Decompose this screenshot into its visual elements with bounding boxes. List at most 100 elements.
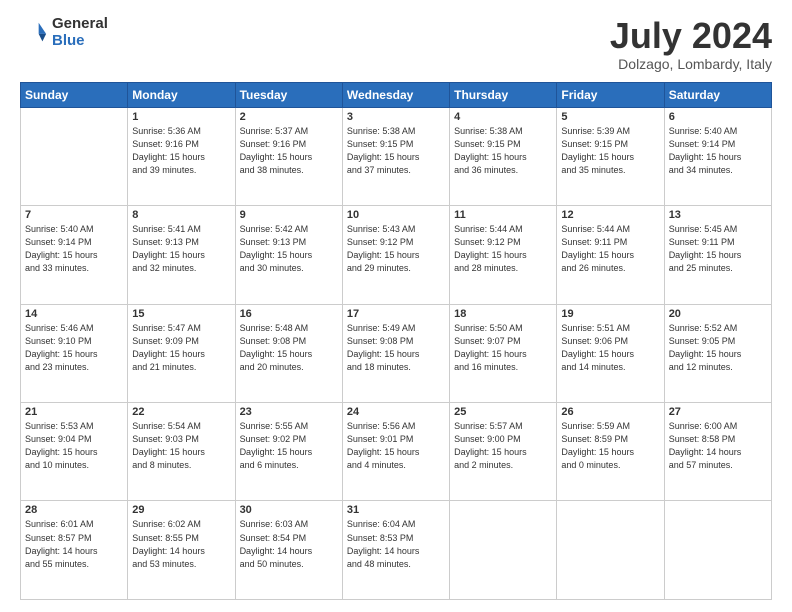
day-info: Sunrise: 5:49 AM Sunset: 9:08 PM Dayligh… bbox=[347, 322, 445, 374]
day-number: 10 bbox=[347, 209, 445, 221]
day-number: 27 bbox=[669, 406, 767, 418]
calendar-cell: 1 Sunrise: 5:36 AM Sunset: 9:16 PM Daylig… bbox=[128, 107, 235, 205]
calendar-cell: 15 Sunrise: 5:47 AM Sunset: 9:09 PM Dayli… bbox=[128, 304, 235, 402]
day-info: Sunrise: 5:46 AM Sunset: 9:10 PM Dayligh… bbox=[25, 322, 123, 374]
location: Dolzago, Lombardy, Italy bbox=[610, 56, 772, 72]
logo-general: General bbox=[52, 16, 108, 33]
day-info: Sunrise: 5:41 AM Sunset: 9:13 PM Dayligh… bbox=[132, 223, 230, 275]
calendar-table: SundayMondayTuesdayWednesdayThursdayFrid… bbox=[20, 82, 772, 600]
day-number: 14 bbox=[25, 308, 123, 320]
calendar-cell bbox=[21, 107, 128, 205]
day-number: 13 bbox=[669, 209, 767, 221]
day-info: Sunrise: 5:36 AM Sunset: 9:16 PM Dayligh… bbox=[132, 125, 230, 177]
day-number: 5 bbox=[561, 111, 659, 123]
day-number: 7 bbox=[25, 209, 123, 221]
calendar-week-row: 21 Sunrise: 5:53 AM Sunset: 9:04 PM Dayli… bbox=[21, 403, 772, 501]
calendar-cell: 8Sunrise: 5:41 AM Sunset: 9:13 PM Daylig… bbox=[128, 206, 235, 304]
calendar-cell: 21 Sunrise: 5:53 AM Sunset: 9:04 PM Dayli… bbox=[21, 403, 128, 501]
day-number: 21 bbox=[25, 406, 123, 418]
calendar-cell: 4Sunrise: 5:38 AM Sunset: 9:15 PM Daylig… bbox=[450, 107, 557, 205]
day-info: Sunrise: 5:51 AM Sunset: 9:06 PM Dayligh… bbox=[561, 322, 659, 374]
day-info: Sunrise: 6:01 AM Sunset: 8:57 PM Dayligh… bbox=[25, 518, 123, 570]
calendar-cell: 2 Sunrise: 5:37 AM Sunset: 9:16 PM Daylig… bbox=[235, 107, 342, 205]
weekday-header: Wednesday bbox=[342, 82, 449, 107]
day-number: 18 bbox=[454, 308, 552, 320]
day-info: Sunrise: 5:45 AM Sunset: 9:11 PM Dayligh… bbox=[669, 223, 767, 275]
weekday-header: Tuesday bbox=[235, 82, 342, 107]
day-number: 22 bbox=[132, 406, 230, 418]
day-info: Sunrise: 5:53 AM Sunset: 9:04 PM Dayligh… bbox=[25, 420, 123, 472]
weekday-header: Friday bbox=[557, 82, 664, 107]
day-info: Sunrise: 5:40 AM Sunset: 9:14 PM Dayligh… bbox=[669, 125, 767, 177]
calendar-header-row: SundayMondayTuesdayWednesdayThursdayFrid… bbox=[21, 82, 772, 107]
day-number: 24 bbox=[347, 406, 445, 418]
day-info: Sunrise: 5:44 AM Sunset: 9:12 PM Dayligh… bbox=[454, 223, 552, 275]
day-info: Sunrise: 6:03 AM Sunset: 8:54 PM Dayligh… bbox=[240, 518, 338, 570]
calendar-cell: 18 Sunrise: 5:50 AM Sunset: 9:07 PM Dayli… bbox=[450, 304, 557, 402]
day-number: 1 bbox=[132, 111, 230, 123]
day-number: 29 bbox=[132, 504, 230, 516]
calendar-cell: 27Sunrise: 6:00 AM Sunset: 8:58 PM Dayli… bbox=[664, 403, 771, 501]
weekday-header: Thursday bbox=[450, 82, 557, 107]
day-info: Sunrise: 5:50 AM Sunset: 9:07 PM Dayligh… bbox=[454, 322, 552, 374]
calendar-cell: 10Sunrise: 5:43 AM Sunset: 9:12 PM Dayli… bbox=[342, 206, 449, 304]
calendar-cell bbox=[450, 501, 557, 600]
day-info: Sunrise: 5:55 AM Sunset: 9:02 PM Dayligh… bbox=[240, 420, 338, 472]
page: General Blue July 2024 Dolzago, Lombardy… bbox=[0, 0, 792, 612]
header: General Blue July 2024 Dolzago, Lombardy… bbox=[20, 16, 772, 72]
calendar-week-row: 14 Sunrise: 5:46 AM Sunset: 9:10 PM Dayli… bbox=[21, 304, 772, 402]
calendar-cell: 29Sunrise: 6:02 AM Sunset: 8:55 PM Dayli… bbox=[128, 501, 235, 600]
calendar-cell: 14 Sunrise: 5:46 AM Sunset: 9:10 PM Dayli… bbox=[21, 304, 128, 402]
day-number: 9 bbox=[240, 209, 338, 221]
day-number: 12 bbox=[561, 209, 659, 221]
day-info: Sunrise: 5:44 AM Sunset: 9:11 PM Dayligh… bbox=[561, 223, 659, 275]
day-info: Sunrise: 5:37 AM Sunset: 9:16 PM Dayligh… bbox=[240, 125, 338, 177]
day-number: 15 bbox=[132, 308, 230, 320]
calendar-cell: 26 Sunrise: 5:59 AM Sunset: 8:59 PM Dayli… bbox=[557, 403, 664, 501]
title-block: July 2024 Dolzago, Lombardy, Italy bbox=[610, 16, 772, 72]
day-number: 17 bbox=[347, 308, 445, 320]
weekday-header: Monday bbox=[128, 82, 235, 107]
calendar-cell: 22Sunrise: 5:54 AM Sunset: 9:03 PM Dayli… bbox=[128, 403, 235, 501]
calendar-cell bbox=[557, 501, 664, 600]
logo-blue: Blue bbox=[52, 33, 108, 50]
day-info: Sunrise: 5:48 AM Sunset: 9:08 PM Dayligh… bbox=[240, 322, 338, 374]
calendar-cell: 5 Sunrise: 5:39 AM Sunset: 9:15 PM Daylig… bbox=[557, 107, 664, 205]
day-number: 11 bbox=[454, 209, 552, 221]
calendar-week-row: 28 Sunrise: 6:01 AM Sunset: 8:57 PM Dayli… bbox=[21, 501, 772, 600]
day-number: 31 bbox=[347, 504, 445, 516]
day-info: Sunrise: 5:38 AM Sunset: 9:15 PM Dayligh… bbox=[347, 125, 445, 177]
weekday-header: Sunday bbox=[21, 82, 128, 107]
calendar-cell: 13 Sunrise: 5:45 AM Sunset: 9:11 PM Dayli… bbox=[664, 206, 771, 304]
weekday-header: Saturday bbox=[664, 82, 771, 107]
day-number: 30 bbox=[240, 504, 338, 516]
day-number: 2 bbox=[240, 111, 338, 123]
calendar-cell: 31 Sunrise: 6:04 AM Sunset: 8:53 PM Dayli… bbox=[342, 501, 449, 600]
day-number: 26 bbox=[561, 406, 659, 418]
calendar-cell: 6Sunrise: 5:40 AM Sunset: 9:14 PM Daylig… bbox=[664, 107, 771, 205]
logo: General Blue bbox=[20, 16, 108, 49]
calendar-week-row: 7Sunrise: 5:40 AM Sunset: 9:14 PM Daylig… bbox=[21, 206, 772, 304]
day-info: Sunrise: 5:39 AM Sunset: 9:15 PM Dayligh… bbox=[561, 125, 659, 177]
calendar-cell: 20Sunrise: 5:52 AM Sunset: 9:05 PM Dayli… bbox=[664, 304, 771, 402]
day-info: Sunrise: 5:47 AM Sunset: 9:09 PM Dayligh… bbox=[132, 322, 230, 374]
logo-text: General Blue bbox=[52, 16, 108, 49]
calendar-cell: 30 Sunrise: 6:03 AM Sunset: 8:54 PM Dayli… bbox=[235, 501, 342, 600]
day-info: Sunrise: 6:04 AM Sunset: 8:53 PM Dayligh… bbox=[347, 518, 445, 570]
calendar-cell: 17 Sunrise: 5:49 AM Sunset: 9:08 PM Dayli… bbox=[342, 304, 449, 402]
calendar-cell: 23 Sunrise: 5:55 AM Sunset: 9:02 PM Dayli… bbox=[235, 403, 342, 501]
calendar-cell: 16Sunrise: 5:48 AM Sunset: 9:08 PM Dayli… bbox=[235, 304, 342, 402]
calendar-cell bbox=[664, 501, 771, 600]
day-info: Sunrise: 5:59 AM Sunset: 8:59 PM Dayligh… bbox=[561, 420, 659, 472]
day-number: 25 bbox=[454, 406, 552, 418]
calendar-cell: 7Sunrise: 5:40 AM Sunset: 9:14 PM Daylig… bbox=[21, 206, 128, 304]
day-info: Sunrise: 5:52 AM Sunset: 9:05 PM Dayligh… bbox=[669, 322, 767, 374]
day-number: 23 bbox=[240, 406, 338, 418]
calendar-cell: 19Sunrise: 5:51 AM Sunset: 9:06 PM Dayli… bbox=[557, 304, 664, 402]
calendar-cell: 25Sunrise: 5:57 AM Sunset: 9:00 PM Dayli… bbox=[450, 403, 557, 501]
calendar-cell: 3Sunrise: 5:38 AM Sunset: 9:15 PM Daylig… bbox=[342, 107, 449, 205]
day-info: Sunrise: 5:56 AM Sunset: 9:01 PM Dayligh… bbox=[347, 420, 445, 472]
calendar-cell: 9Sunrise: 5:42 AM Sunset: 9:13 PM Daylig… bbox=[235, 206, 342, 304]
day-number: 28 bbox=[25, 504, 123, 516]
calendar-cell: 24 Sunrise: 5:56 AM Sunset: 9:01 PM Dayli… bbox=[342, 403, 449, 501]
